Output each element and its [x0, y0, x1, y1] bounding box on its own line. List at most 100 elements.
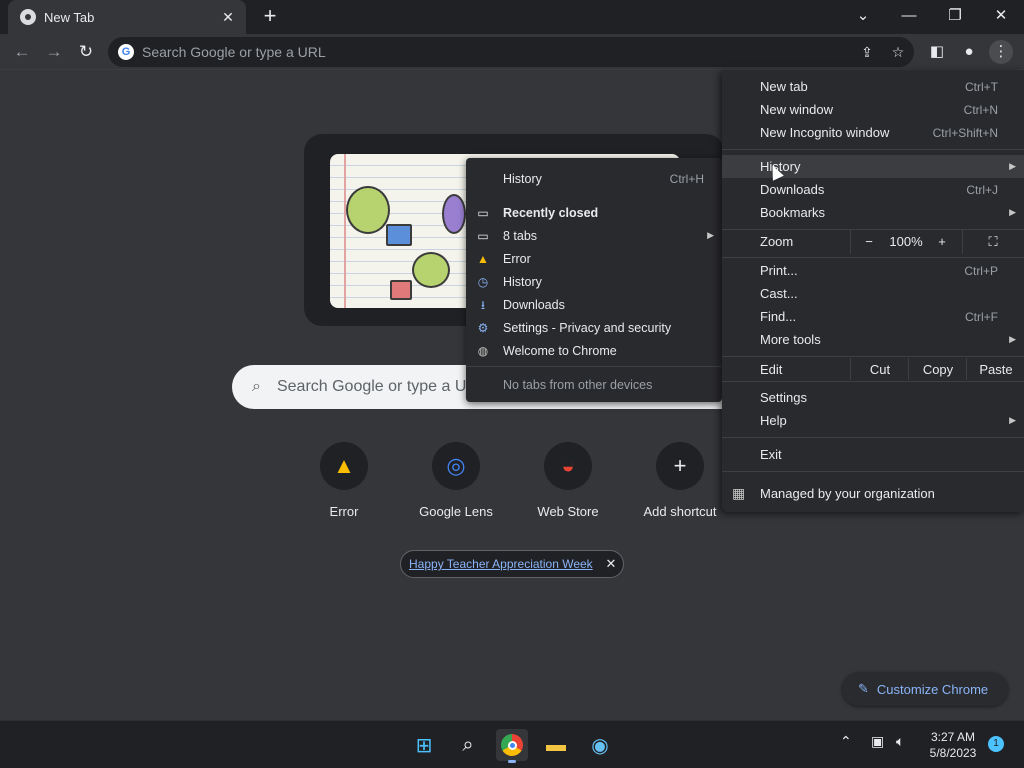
google-lens-icon: ◎ [432, 442, 480, 490]
history-shortcut: Ctrl+H [669, 171, 704, 186]
restore-button[interactable]: ❐ [932, 4, 978, 28]
new-tab-button[interactable]: + [258, 5, 282, 29]
share-icon[interactable]: ⇪ [857, 42, 877, 62]
menu-cast[interactable]: Cast... [722, 282, 1024, 305]
chrome-taskbar-icon[interactable] [496, 729, 528, 763]
menu-bookmarks[interactable]: Bookmarks ▶ [722, 201, 1024, 224]
volume-icon[interactable]: 🔈︎ [896, 733, 904, 750]
promo-link[interactable]: Happy Teacher Appreciation Week [409, 557, 599, 571]
search-icon: ⌕ [252, 378, 261, 395]
steam-icon[interactable]: ◉ [584, 729, 616, 761]
tab-search-icon[interactable]: ⌄ [840, 4, 886, 28]
profile-icon[interactable]: ● [957, 40, 981, 64]
close-window-button[interactable]: ✕ [978, 4, 1024, 28]
plus-icon: + [656, 442, 704, 490]
zoom-in-button[interactable]: + [934, 234, 950, 249]
customize-label: Customize Chrome [876, 681, 989, 697]
clock-date: 5/8/2023 [929, 746, 977, 760]
menu-new-tab[interactable]: New tab Ctrl+T [722, 75, 1024, 98]
taskbar-clock[interactable]: 3:27 AM 5/8/2023 [922, 729, 984, 761]
menu-managed[interactable]: ▦ Managed by your organization [722, 478, 1024, 508]
recent-item-error[interactable]: ▲ Error [466, 247, 722, 270]
minimize-button[interactable]: — [886, 4, 932, 28]
divider [722, 356, 1024, 357]
shortcut-error[interactable]: ▲ Error [288, 442, 400, 519]
web-store-icon: ◒ [544, 442, 592, 490]
side-panel-icon[interactable]: ◧ [925, 40, 949, 64]
omnibox[interactable]: G Search Google or type a URL [108, 37, 914, 67]
shortcut-label: Add shortcut [643, 504, 717, 519]
chrome-icon [20, 9, 36, 25]
menu-settings[interactable]: Settings [722, 386, 1024, 409]
tab-close-icon[interactable]: ✕ [216, 9, 240, 26]
shortcut-add[interactable]: + Add shortcut [624, 442, 736, 519]
recent-item-8-tabs[interactable]: ▭ 8 tabs ▶ [466, 224, 722, 247]
menu-help[interactable]: Help ▶ [722, 409, 1024, 432]
windows-start-icon[interactable]: ⊞ [408, 729, 440, 761]
pencil-icon: ✎ [858, 681, 869, 696]
menu-more-tools[interactable]: More tools ▶ [722, 328, 1024, 351]
recent-item-settings[interactable]: ⚙ Settings - Privacy and security [466, 316, 722, 339]
divider [466, 366, 722, 367]
zoom-level: 100% [889, 234, 923, 249]
notification-badge[interactable]: 1 [988, 736, 1004, 752]
file-explorer-icon[interactable]: ▬ [540, 729, 572, 761]
tab-icon: ▭ [477, 205, 489, 220]
recent-item-downloads[interactable]: ⭳ Downloads [466, 293, 722, 316]
back-icon[interactable]: ← [10, 40, 34, 64]
reload-icon[interactable]: ↻ [74, 40, 98, 64]
drive-icon: ▲ [477, 251, 489, 266]
chrome-menu-icon[interactable]: ⋮ [989, 40, 1013, 64]
forward-icon[interactable]: → [42, 40, 66, 64]
toolbar: ← → ↻ G Search Google or type a URL ⇪ ☆ … [0, 34, 1024, 70]
chevron-up-icon[interactable]: ⌃ [840, 733, 852, 750]
bookmark-star-icon[interactable]: ☆ [888, 42, 908, 62]
menu-new-window[interactable]: New window Ctrl+N [722, 98, 1024, 121]
copy-button[interactable]: Copy [910, 362, 966, 377]
zoom-out-button[interactable]: − [862, 234, 876, 249]
windows-taskbar: ⊞ ⌕ ▬ ◉ ⌃ ▣ 🔈︎ 3:27 AM 5/8/2023 [0, 720, 1024, 768]
paste-button[interactable]: Paste [968, 362, 1024, 377]
shortcut-label: Web Store [537, 504, 599, 519]
cut-button[interactable]: Cut [852, 362, 908, 377]
divider [722, 381, 1024, 382]
edit-label: Edit [760, 362, 783, 377]
close-icon[interactable]: ✕ [599, 556, 623, 572]
menu-downloads[interactable]: Downloads Ctrl+J [722, 178, 1024, 201]
download-icon: ⭳ [480, 297, 486, 312]
network-icon[interactable]: ▣ [871, 733, 884, 750]
shortcut-web-store[interactable]: ◒ Web Store [512, 442, 624, 519]
menu-new-incognito[interactable]: New Incognito window Ctrl+Shift+N [722, 121, 1024, 144]
fullscreen-icon[interactable]: ⛶ [984, 234, 1002, 250]
chevron-right-icon: ▶ [1009, 161, 1016, 171]
tab-strip: New Tab ✕ + ⌄ — ❐ ✕ [0, 0, 1024, 34]
divider [722, 257, 1024, 258]
menu-exit[interactable]: Exit [722, 443, 1024, 466]
menu-find[interactable]: Find... Ctrl+F [722, 305, 1024, 328]
menu-edit-row: Edit Cut Copy Paste [722, 358, 1024, 382]
doodle-book [386, 224, 412, 246]
divider [722, 471, 1024, 472]
tab-title: New Tab [44, 9, 95, 25]
chevron-right-icon: ▶ [1009, 415, 1016, 425]
divider [722, 149, 1024, 150]
clock-time: 3:27 AM [930, 730, 976, 744]
building-icon: ▦ [732, 484, 746, 501]
menu-zoom-row: Zoom − 100% + ⛶ [722, 230, 1024, 254]
divider [722, 437, 1024, 438]
chrome-icon [501, 734, 523, 756]
recent-item-history[interactable]: ◷ History [466, 270, 722, 293]
doodle-book [442, 194, 466, 234]
history-submenu-history[interactable]: History Ctrl+H [466, 167, 722, 190]
chevron-right-icon: ▶ [1009, 334, 1016, 344]
customize-chrome-button[interactable]: ✎ Customize Chrome [842, 672, 1008, 706]
tab-new-tab[interactable]: New Tab ✕ [8, 0, 246, 34]
recent-item-welcome[interactable]: ◍ Welcome to Chrome [466, 339, 722, 362]
shortcut-label: Google Lens [419, 504, 493, 519]
settings-icon: ⚙ [477, 320, 489, 335]
google-g-icon: G [118, 44, 134, 60]
search-icon[interactable]: ⌕ [452, 729, 484, 761]
shortcut-google-lens[interactable]: ◎ Google Lens [400, 442, 512, 519]
chevron-right-icon: ▶ [707, 230, 714, 240]
menu-print[interactable]: Print... Ctrl+P [722, 259, 1024, 282]
